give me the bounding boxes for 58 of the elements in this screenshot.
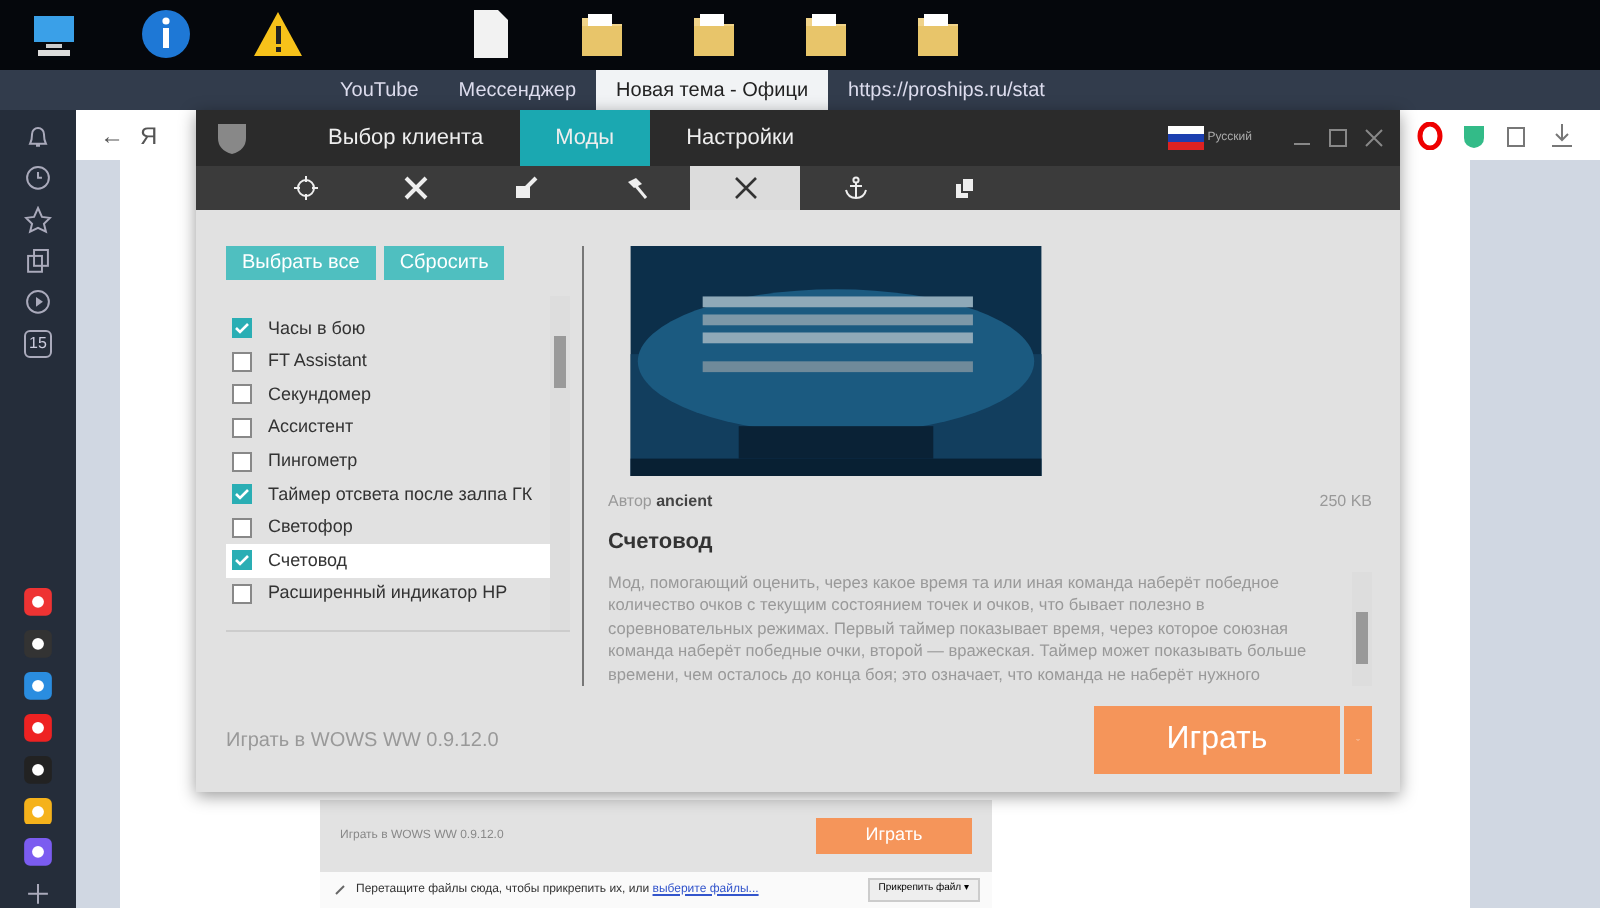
checkbox[interactable] [232, 451, 252, 472]
close-icon[interactable] [1364, 128, 1384, 148]
maximize-icon[interactable] [1328, 128, 1348, 148]
back-button[interactable]: ← [100, 117, 124, 153]
mod-item[interactable]: Ассистент [226, 411, 550, 445]
version-label: Играть в WOWS WW 0.9.12.0 [226, 727, 499, 755]
mod-item[interactable]: FT Assistant [226, 345, 550, 379]
checkbox[interactable] [232, 517, 252, 538]
history-icon[interactable] [24, 163, 52, 192]
folder-icon [688, 8, 740, 60]
nav-tab[interactable]: Выбор клиента [292, 110, 520, 166]
browser-tab[interactable]: https://proships.ru/stat [828, 70, 1065, 110]
checkbox[interactable] [232, 584, 252, 605]
add-icon[interactable] [24, 880, 52, 908]
mod-item[interactable]: Светофор [226, 511, 550, 545]
crossed-swords-icon [733, 176, 757, 200]
scrollbar[interactable] [550, 296, 570, 630]
mod-item[interactable]: Счетовод [226, 544, 550, 578]
warning-icon [252, 8, 304, 60]
folder-icon [800, 8, 852, 60]
opera-icon[interactable] [1416, 121, 1444, 149]
mod-item[interactable]: Секундомер [226, 378, 550, 412]
shield-logo-icon [212, 118, 252, 158]
folder-icon [912, 8, 964, 60]
mod-item[interactable]: Пингометр [226, 444, 550, 478]
cards-icon [953, 176, 977, 200]
download-icon[interactable] [1548, 121, 1576, 149]
checkbox[interactable] [232, 418, 252, 439]
mod-description: Мод, помогающий оценить, через какое время та или иная команда наберёт победное количество очков с текущим состоянием точек и очков, что бывает полезно в соревновательных режимах. Первый таймер показывает время, через которое союзная команда наберёт победные очки, второй — вражеская. Таймер может показывать больше времени, чем осталось до конца боя; это означает, что команда не наберёт нужного [608, 571, 1309, 686]
folder-icon [576, 8, 628, 60]
hammer-icon [623, 176, 647, 200]
info-icon [140, 8, 192, 60]
browser-tab[interactable]: YouTube [320, 70, 439, 110]
checkbox[interactable] [232, 384, 252, 405]
bell-icon[interactable] [24, 122, 52, 150]
mod-item[interactable]: Таймер отсвета после залпа ГК [226, 477, 550, 512]
copy-icon[interactable] [24, 247, 52, 275]
mod-title: Счетовод [608, 528, 715, 559]
category-tab[interactable] [690, 166, 800, 210]
checkbox[interactable] [232, 351, 252, 372]
checkbox[interactable] [232, 318, 252, 339]
file-size: 250 KB [1319, 490, 1372, 515]
flag-icon[interactable] [1167, 126, 1204, 150]
crosshair-icon [293, 176, 317, 200]
browser-tab[interactable]: Новая тема - Офици [596, 70, 829, 110]
mod-item[interactable]: Расширенный индикатор HP [226, 577, 550, 611]
search-logo[interactable]: Я [140, 117, 158, 153]
scrollbar[interactable] [1352, 571, 1372, 686]
anchor-icon [843, 176, 867, 200]
calendar-button[interactable]: 15 [24, 330, 52, 359]
star-icon[interactable] [24, 205, 52, 234]
mod-item[interactable]: Часы в бою [226, 312, 550, 346]
play-icon[interactable] [24, 288, 52, 317]
checkbox[interactable] [232, 484, 252, 505]
nav-tab[interactable]: Настройки [650, 110, 830, 166]
browser-tab[interactable]: Мессенджер [438, 70, 597, 110]
checkbox[interactable] [232, 550, 252, 571]
author-label: Автор ancient [608, 490, 713, 515]
